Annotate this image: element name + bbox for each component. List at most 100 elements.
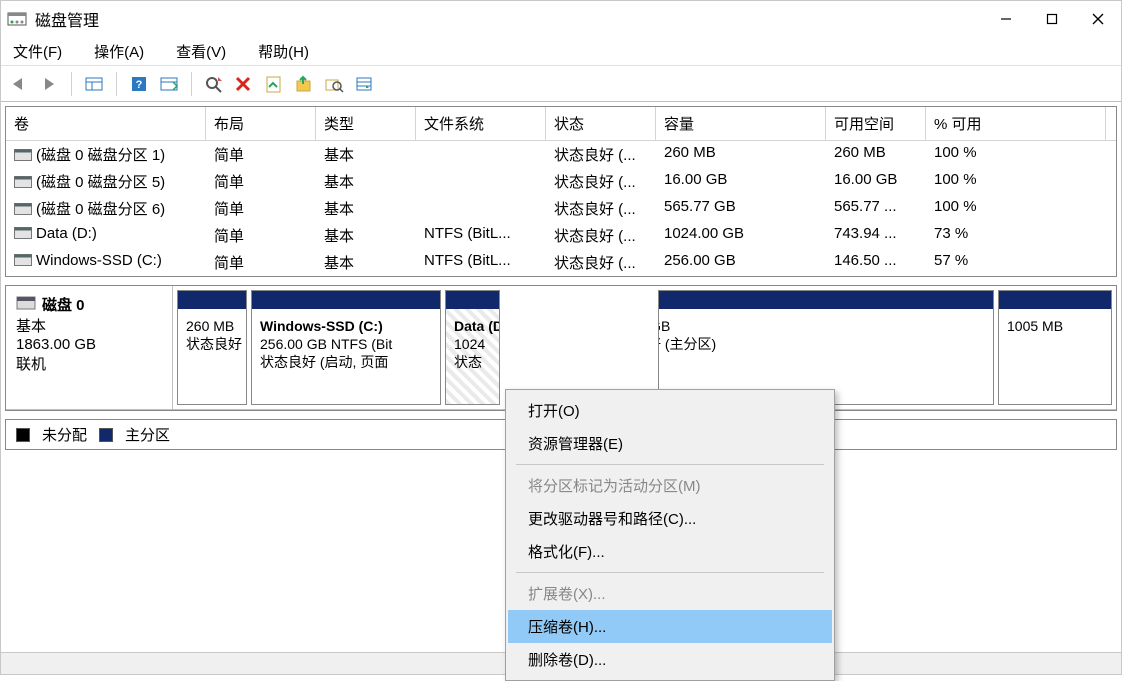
col-type[interactable]: 类型 [316,107,416,140]
cm-explorer[interactable]: 资源管理器(E) [508,427,832,460]
partition-body: 260 MB状态良好 [178,309,246,404]
disk-info[interactable]: 磁盘 0 基本 1863.00 GB 联机 [6,286,173,409]
volume-row[interactable]: Data (D:)简单基本NTFS (BitL...状态良好 (...1024.… [6,222,1116,249]
window-title: 磁盘管理 [35,7,99,31]
partition[interactable]: 260 MB状态良好 [177,290,247,405]
close-button[interactable] [1075,3,1121,35]
cm-mark-active: 将分区标记为活动分区(M) [508,469,832,502]
cell-name: Windows-SSD (C:) [6,249,206,276]
menu-help[interactable]: 帮助(H) [254,39,313,64]
cm-extend: 扩展卷(X)... [508,577,832,610]
titlebar: 磁盘管理 [1,1,1121,37]
list-view-button[interactable] [352,72,376,96]
volume-row[interactable]: (磁盘 0 磁盘分区 6)简单基本状态良好 (...565.77 GB565.7… [6,195,1116,222]
menu-file[interactable]: 文件(F) [9,39,66,64]
minimize-button[interactable] [983,3,1029,35]
cell-pct: 100 % [926,141,1106,168]
import-button[interactable] [292,72,316,96]
toolbar-separator [116,72,117,96]
delete-button[interactable] [232,72,256,96]
legend-swatch-primary [99,428,113,442]
partition[interactable]: Data (D:)1024状态 [445,290,500,405]
cm-change-letter[interactable]: 更改驱动器号和路径(C)... [508,502,832,535]
partition-body: Windows-SSD (C:)256.00 GB NTFS (Bit状态良好 … [252,309,440,404]
cell-type: 基本 [316,168,416,195]
legend-primary: 主分区 [125,424,170,445]
volume-row[interactable]: Windows-SSD (C:)简单基本NTFS (BitL...状态良好 (.… [6,249,1116,276]
partition-body: 1005 MB [999,309,1111,404]
cell-capacity: 256.00 GB [656,249,826,276]
col-layout[interactable]: 布局 [206,107,316,140]
volume-list-header: 卷 布局 类型 文件系统 状态 容量 可用空间 % 可用 [6,107,1116,141]
partition-stripe [999,291,1111,309]
properties-button[interactable] [262,72,286,96]
col-status[interactable]: 状态 [546,107,656,140]
volume-icon [14,148,32,165]
volume-icon [14,175,32,192]
context-menu[interactable]: 打开(O) 资源管理器(E) 将分区标记为活动分区(M) 更改驱动器号和路径(C… [505,389,835,681]
cell-pct: 100 % [926,195,1106,222]
cell-layout: 简单 [206,222,316,249]
cell-pct: 57 % [926,249,1106,276]
nav-forward-button[interactable] [37,72,61,96]
cell-status: 状态良好 (... [546,168,656,195]
cell-free: 260 MB [826,141,926,168]
cell-fs: NTFS (BitL... [416,222,546,249]
partition-stripe [446,291,499,309]
cell-type: 基本 [316,249,416,276]
col-capacity[interactable]: 容量 [656,107,826,140]
cm-shrink[interactable]: 压缩卷(H)... [508,610,832,643]
cell-fs [416,168,546,195]
cell-layout: 简单 [206,141,316,168]
refresh-button[interactable] [202,72,226,96]
cm-separator [516,572,824,573]
cell-fs: NTFS (BitL... [416,249,546,276]
cm-format[interactable]: 格式化(F)... [508,535,832,568]
cm-delete[interactable]: 删除卷(D)... [508,643,832,676]
menu-action[interactable]: 操作(A) [90,39,148,64]
help-button[interactable]: ? [127,72,151,96]
cell-fs [416,141,546,168]
volume-icon [14,253,32,270]
volume-row[interactable]: (磁盘 0 磁盘分区 5)简单基本状态良好 (...16.00 GB16.00 … [6,168,1116,195]
partition[interactable]: 5.77 GB态良好 (主分区) [658,290,994,405]
cell-free: 565.77 ... [826,195,926,222]
disk-type: 基本 [16,315,162,336]
col-volume[interactable]: 卷 [6,107,206,140]
cell-capacity: 1024.00 GB [656,222,826,249]
toolbar: ? [1,65,1121,101]
cell-capacity: 16.00 GB [656,168,826,195]
partition[interactable]: 1005 MB [998,290,1112,405]
disk-size: 1863.00 GB [16,336,162,353]
cell-fs [416,195,546,222]
volume-list[interactable]: 卷 布局 类型 文件系统 状态 容量 可用空间 % 可用 (磁盘 0 磁盘分区 … [5,106,1117,277]
cell-free: 743.94 ... [826,222,926,249]
volume-row[interactable]: (磁盘 0 磁盘分区 1)简单基本状态良好 (...260 MB260 MB10… [6,141,1116,168]
nav-back-button[interactable] [7,72,31,96]
toolbar-separator [191,72,192,96]
cell-type: 基本 [316,141,416,168]
legend-swatch-unallocated [16,428,30,442]
volume-icon [14,226,32,243]
show-hide-tree-button[interactable] [82,72,106,96]
maximize-button[interactable] [1029,3,1075,35]
cell-name: Data (D:) [6,222,206,249]
cell-free: 16.00 GB [826,168,926,195]
menu-view[interactable]: 查看(V) [172,39,230,64]
cell-status: 状态良好 (... [546,222,656,249]
search-button[interactable] [322,72,346,96]
cm-open[interactable]: 打开(O) [508,394,832,427]
col-pct[interactable]: % 可用 [926,107,1106,140]
col-fs[interactable]: 文件系统 [416,107,546,140]
cell-name: (磁盘 0 磁盘分区 5) [6,168,206,195]
cm-separator [516,464,824,465]
window: 磁盘管理 文件(F) 操作(A) 查看(V) 帮助(H) ? 卷 [0,0,1122,675]
col-free[interactable]: 可用空间 [826,107,926,140]
cell-layout: 简单 [206,168,316,195]
cell-layout: 简单 [206,249,316,276]
settings-button[interactable] [157,72,181,96]
menubar: 文件(F) 操作(A) 查看(V) 帮助(H) [1,37,1121,65]
partition[interactable]: Windows-SSD (C:)256.00 GB NTFS (Bit状态良好 … [251,290,441,405]
cell-type: 基本 [316,195,416,222]
cell-pct: 100 % [926,168,1106,195]
